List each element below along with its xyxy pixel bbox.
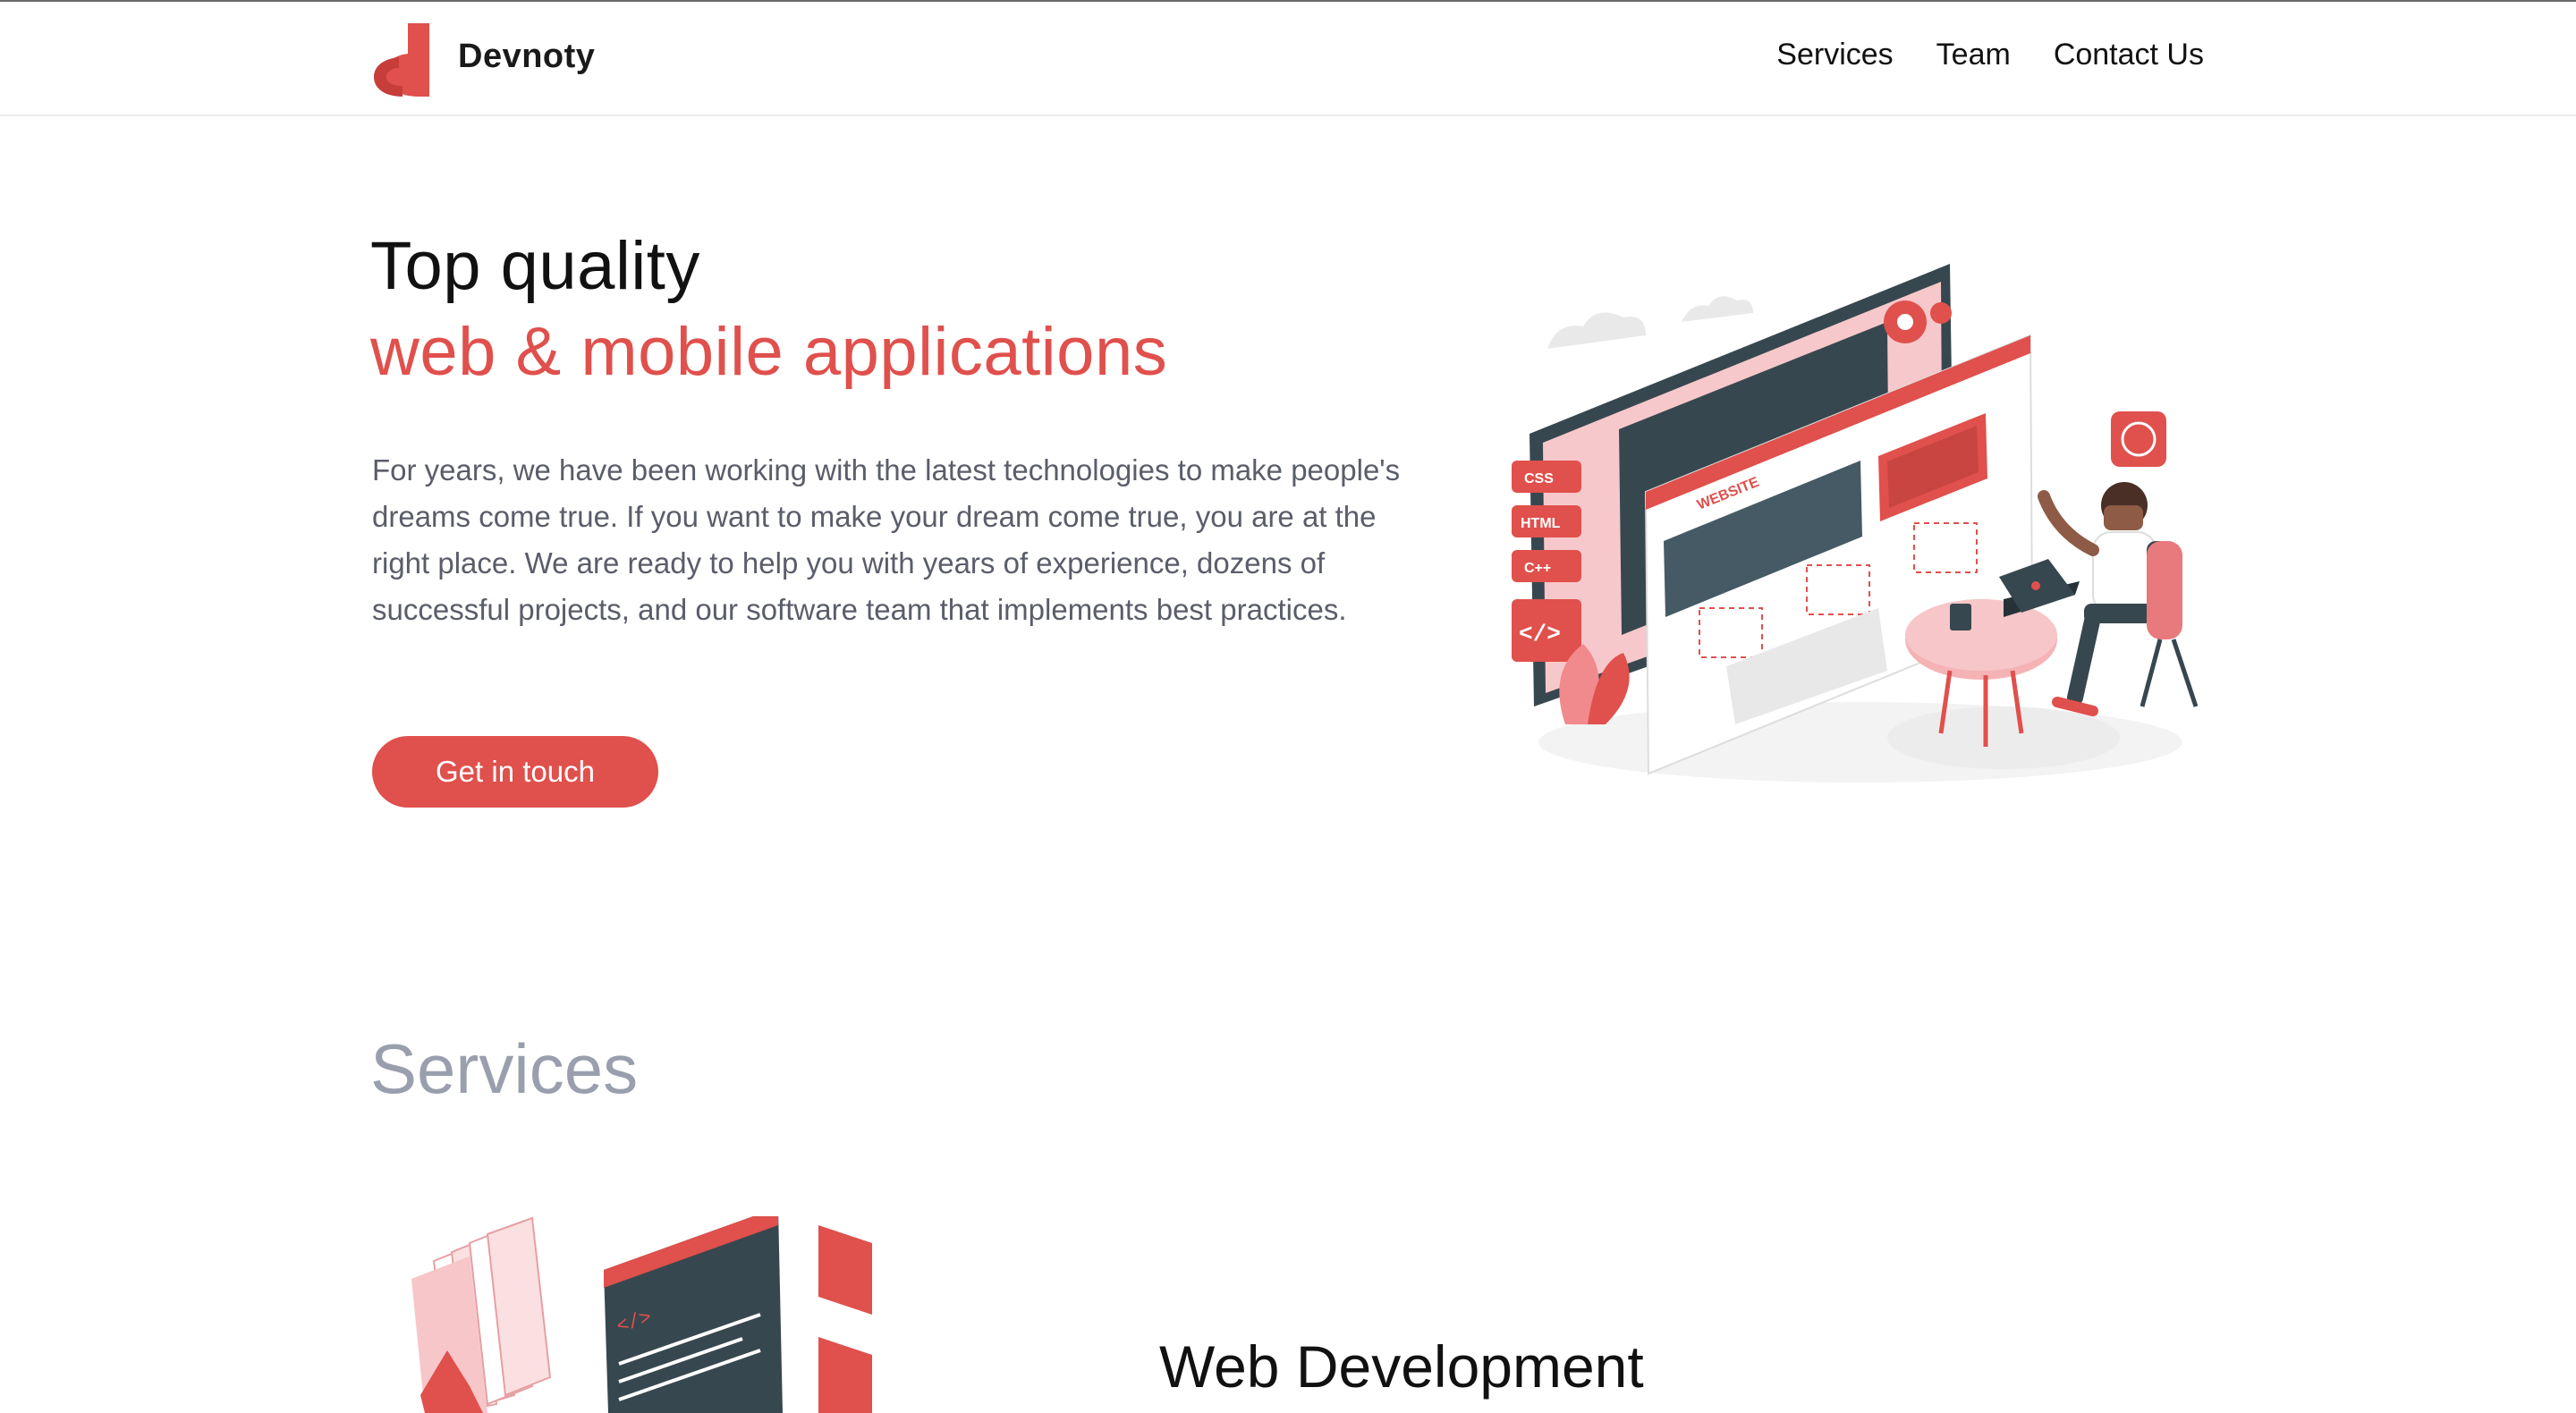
hero-description: For years, we have been working with the… — [372, 453, 1401, 626]
main-nav: Services Team Contact Us — [1776, 38, 2204, 72]
site-header: Devnoty Services Team Contact Us — [0, 2, 2576, 116]
web-development-illustration: WEBSITE CSS HTML C++ </> — [1512, 264, 2199, 783]
hero-subtitle: web & mobile applications — [370, 314, 1168, 390]
get-in-touch-button[interactable]: Get in touch — [372, 736, 658, 808]
css-tag: CSS — [1524, 471, 1554, 487]
html-tag: HTML — [1521, 516, 1561, 531]
code-symbol: </> — [1519, 621, 1561, 647]
nav-team-link[interactable]: Team — [1936, 38, 2011, 72]
brand-name[interactable]: Devnoty — [458, 38, 595, 76]
services-heading: Services — [370, 1029, 639, 1108]
nav-services-link[interactable]: Services — [1776, 38, 1893, 72]
hero-title: Top quality — [370, 228, 700, 304]
web-development-service-illustration: </> — [411, 1216, 872, 1413]
nav-contact-link[interactable]: Contact Us — [2054, 38, 2204, 72]
service-title-web-development: Web Development — [1159, 1333, 1644, 1400]
devnoty-logo-icon[interactable] — [372, 21, 431, 98]
cpp-tag: C++ — [1524, 561, 1551, 576]
